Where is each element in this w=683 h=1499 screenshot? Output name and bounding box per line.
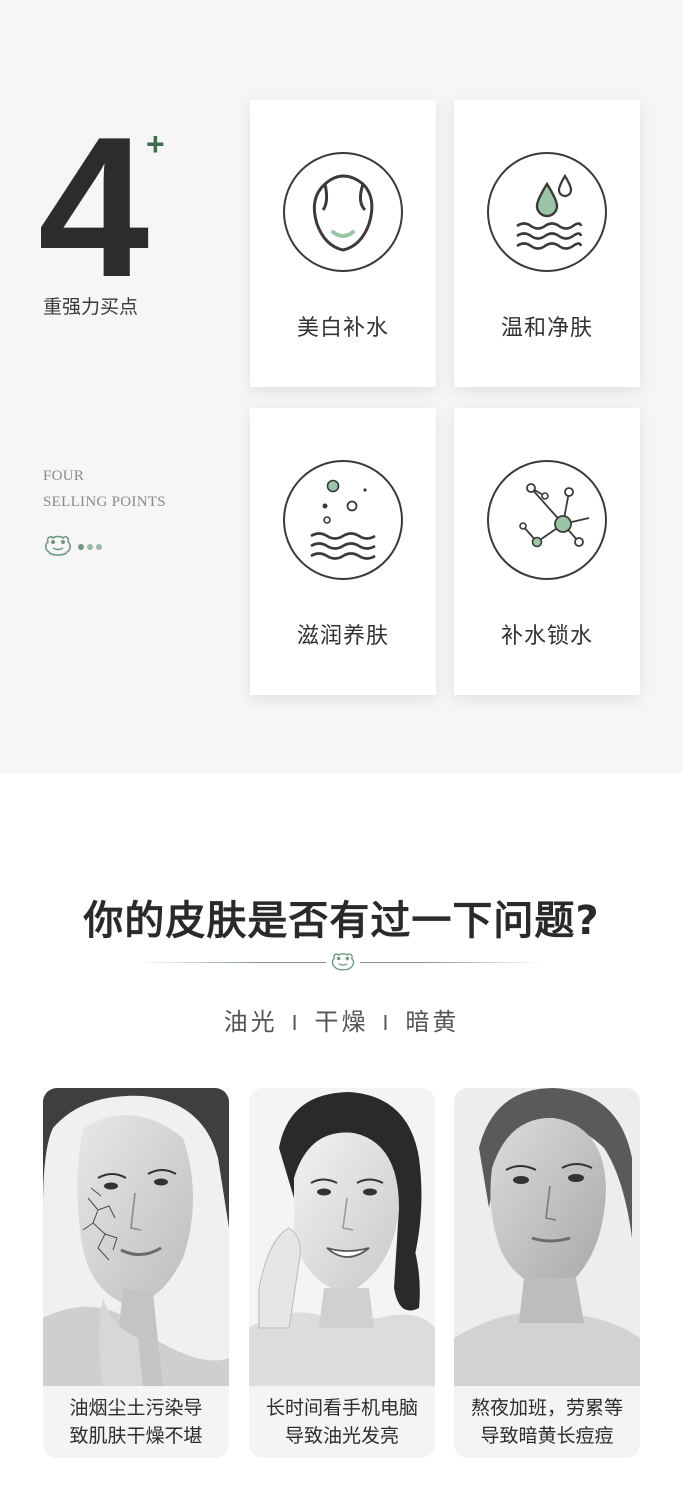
feature-card-whitening: 美白补水 <box>250 100 436 387</box>
feature-label: 美白补水 <box>296 316 389 341</box>
selling-points-label: 重强力买点 <box>43 296 139 318</box>
problem-card-oily: 长时间看手机电脑 导致油光发亮 <box>249 1088 435 1458</box>
caption-line: 导致暗黄长痘痘 <box>480 1425 614 1447</box>
feature-label: 温和净肤 <box>500 316 593 341</box>
face-icon <box>283 152 403 272</box>
decor-dots <box>78 544 102 550</box>
problem-card-dull: 熬夜加班，劳累等 导致暗黄长痘痘 <box>454 1088 640 1458</box>
bubbles-icon <box>283 460 403 580</box>
problem-caption: 油烟尘土污染导 致肌肤干燥不堪 <box>43 1394 229 1450</box>
feature-card-nourish: 滋润养肤 <box>250 408 436 695</box>
caption-line: 熬夜加班，劳累等 <box>470 1397 623 1419</box>
feature-label: 滋润养肤 <box>296 624 389 649</box>
feature-label: 补水锁水 <box>500 624 593 649</box>
english-label-line2: SELLING POINTS <box>43 494 166 510</box>
keyword-oily: 油光 <box>223 1008 278 1036</box>
english-label-line1: FOUR <box>43 468 85 484</box>
selling-points-section: 4 + 重强力买点 FOUR SELLING POINTS 美白补水 温和净肤 … <box>0 0 683 773</box>
plus-sign: + <box>146 126 165 162</box>
question-title: 你的皮肤是否有过一下问题? <box>83 898 600 944</box>
caption-line: 致肌肤干燥不堪 <box>69 1425 203 1447</box>
keyword-dry: 干燥 <box>314 1008 369 1036</box>
dry-skin-portrait <box>43 1088 229 1386</box>
feature-card-gentle-cleanse: 温和净肤 <box>454 100 640 387</box>
feature-card-lock-moisture: 补水锁水 <box>454 408 640 695</box>
dull-skin-portrait <box>454 1088 640 1386</box>
oily-skin-portrait <box>249 1088 435 1386</box>
caption-line: 长时间看手机电脑 <box>265 1397 418 1419</box>
caption-line: 油烟尘土污染导 <box>69 1397 203 1419</box>
frog-logo-icon <box>326 950 360 978</box>
big-number-four: 4 <box>38 96 149 319</box>
problem-caption: 熬夜加班，劳累等 导致暗黄长痘痘 <box>454 1394 640 1450</box>
molecule-icon <box>487 460 607 580</box>
problem-card-dry: 油烟尘土污染导 致肌肤干燥不堪 <box>43 1088 229 1458</box>
problem-keywords: 油光 I 干燥 I 暗黄 <box>0 1002 683 1037</box>
keyword-separator: I <box>291 1011 301 1035</box>
caption-line: 导致油光发亮 <box>284 1425 399 1447</box>
frog-logo-icon <box>43 533 73 563</box>
water-drop-icon <box>487 152 607 272</box>
keyword-separator: I <box>382 1011 392 1035</box>
keyword-dull: 暗黄 <box>405 1008 460 1036</box>
problem-caption: 长时间看手机电脑 导致油光发亮 <box>249 1394 435 1450</box>
